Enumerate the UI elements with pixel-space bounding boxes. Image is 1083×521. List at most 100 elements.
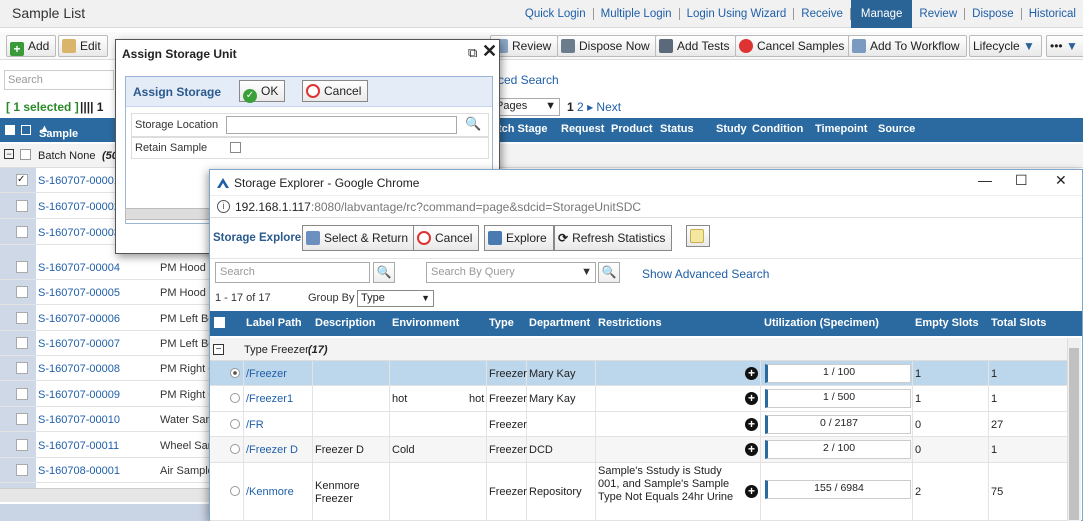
- edit-button[interactable]: Edit: [58, 35, 108, 57]
- select-return-button[interactable]: Select & Return: [302, 225, 416, 251]
- nav-historical[interactable]: Historical: [1022, 8, 1083, 20]
- explore-button[interactable]: Explore: [484, 225, 554, 251]
- col-status[interactable]: Status: [660, 123, 694, 135]
- sample-id-link[interactable]: S-160707-00008: [38, 363, 120, 375]
- lifecycle-button[interactable]: Lifecycle ▼: [969, 35, 1042, 57]
- url-bar[interactable]: i 192.168.1.117:8080/labvantage/rc?comma…: [210, 196, 1082, 218]
- label-path-link[interactable]: /Freezer: [246, 368, 287, 380]
- row-checkbox[interactable]: [16, 362, 28, 374]
- close-icon[interactable]: ✕: [1055, 172, 1067, 189]
- col-total-slots[interactable]: Total Slots: [991, 317, 1046, 329]
- sample-id-link[interactable]: S-160707-00011: [38, 440, 119, 452]
- sample-id-link[interactable]: S-160708-00001: [38, 465, 120, 477]
- nav-quick-login[interactable]: Quick Login: [518, 8, 594, 20]
- row-radio[interactable]: [230, 368, 240, 378]
- next-page-link[interactable]: ▸ Next: [587, 100, 621, 114]
- more-button[interactable]: ••• ▼: [1046, 35, 1083, 57]
- col-utilization[interactable]: Utilization (Specimen): [764, 317, 879, 329]
- row-checkbox[interactable]: [16, 439, 28, 451]
- col-restrictions[interactable]: Restrictions: [598, 317, 662, 329]
- row-checkbox[interactable]: [16, 388, 28, 400]
- add-tests-button[interactable]: Add Tests: [655, 35, 737, 57]
- row-checkbox[interactable]: [16, 200, 28, 212]
- group-by-select[interactable]: Type ▼: [357, 290, 434, 307]
- add-to-workflow-button[interactable]: Add To Workflow: [848, 35, 967, 57]
- select-all-checkbox[interactable]: [5, 125, 15, 135]
- plus-circle-icon[interactable]: +: [745, 367, 758, 380]
- ok-button[interactable]: ✓ OK: [239, 80, 286, 103]
- table-row[interactable]: /Freezer D Freezer D Cold Freezer DCD 0 1 +2 / …: [210, 437, 1067, 463]
- cancel-button[interactable]: Cancel: [302, 80, 369, 102]
- label-path-link[interactable]: /Freezer1: [246, 393, 293, 405]
- add-button[interactable]: + Add: [6, 35, 57, 57]
- row-checkbox[interactable]: [16, 464, 28, 476]
- show-advanced-search-link[interactable]: Show Advanced Search: [642, 267, 769, 281]
- sample-id-link[interactable]: S-160707-00007: [38, 338, 120, 350]
- sample-id-link[interactable]: S-160707-00010: [38, 414, 120, 426]
- maximize-icon[interactable]: ☐: [1015, 172, 1028, 189]
- col-timepoint[interactable]: Timepoint: [815, 123, 867, 135]
- plus-circle-icon[interactable]: +: [745, 392, 758, 405]
- restore-icon[interactable]: ⧉: [468, 45, 477, 61]
- col-empty-slots[interactable]: Empty Slots: [915, 317, 979, 329]
- row-checkbox[interactable]: [16, 337, 28, 349]
- label-path-link[interactable]: /Kenmore: [246, 486, 294, 498]
- info-icon[interactable]: i: [217, 200, 230, 213]
- sample-id-link[interactable]: S-160707-00005: [38, 287, 120, 299]
- pages-select[interactable]: Pages ▼: [492, 98, 560, 116]
- notes-button[interactable]: [686, 225, 710, 247]
- nav-login-wizard[interactable]: Login Using Wizard: [680, 8, 795, 20]
- row-checkbox[interactable]: [16, 312, 28, 324]
- refresh-statistics-button[interactable]: ⟳ Refresh Statistics: [554, 225, 673, 251]
- search-icon[interactable]: 🔍: [373, 262, 395, 283]
- sample-id-link[interactable]: S-160707-00002: [38, 201, 120, 213]
- row-checkbox[interactable]: [16, 286, 28, 298]
- col-source[interactable]: Source: [878, 123, 915, 135]
- batch-checkbox[interactable]: [20, 149, 31, 160]
- barcode-icon[interactable]: |||| 1: [80, 100, 103, 114]
- col-department[interactable]: Department: [529, 317, 590, 329]
- sample-id-link[interactable]: S-160707-00006: [38, 313, 120, 325]
- sample-id-link[interactable]: S-160707-00003: [38, 227, 120, 239]
- col-sample[interactable]: Sample ▲: [39, 123, 78, 140]
- nav-review[interactable]: Review: [912, 8, 966, 20]
- search-input[interactable]: Search: [215, 262, 370, 283]
- storage-location-input[interactable]: [226, 116, 457, 134]
- sample-id-link[interactable]: S-160707-00009: [38, 389, 120, 401]
- dispose-now-button[interactable]: Dispose Now: [557, 35, 657, 57]
- collapse-all-icon[interactable]: [214, 317, 225, 328]
- retain-sample-checkbox[interactable]: [230, 142, 241, 153]
- col-product[interactable]: Product: [611, 123, 653, 135]
- col-environment[interactable]: Environment: [392, 317, 459, 329]
- row-radio[interactable]: [230, 419, 240, 429]
- nav-manage[interactable]: Manage: [850, 0, 913, 28]
- table-row[interactable]: /Kenmore Kenmore Freezer Freezer Repository…: [210, 463, 1067, 521]
- search-icon[interactable]: 🔍: [465, 116, 481, 132]
- cancel-button[interactable]: Cancel: [413, 225, 480, 251]
- row-radio[interactable]: [230, 444, 240, 454]
- advanced-search-link[interactable]: ced Search: [498, 73, 559, 87]
- select-all-checkbox-2[interactable]: [21, 125, 31, 135]
- col-study[interactable]: Study: [716, 123, 747, 135]
- row-radio[interactable]: [230, 486, 240, 496]
- label-path-link[interactable]: /Freezer D: [246, 444, 298, 456]
- label-path-link[interactable]: /FR: [246, 419, 264, 431]
- nav-dispose[interactable]: Dispose: [965, 8, 1022, 20]
- sample-id-link[interactable]: S-160707-00004: [38, 262, 120, 274]
- collapse-icon[interactable]: −: [4, 149, 14, 159]
- table-row[interactable]: /Freezer1 hot hot Freezer Mary Kay 1 1 +1 / 500: [210, 386, 1067, 412]
- sample-id-link[interactable]: S-160707-00001: [38, 175, 120, 187]
- col-label-path[interactable]: Label Path: [246, 317, 302, 329]
- search-input[interactable]: Search: [4, 70, 114, 90]
- cancel-samples-button[interactable]: Cancel Samples: [735, 35, 852, 57]
- review-button[interactable]: Review: [490, 35, 559, 57]
- page-2-link[interactable]: 2: [577, 100, 584, 114]
- col-type[interactable]: Type: [489, 317, 514, 329]
- row-checkbox[interactable]: [16, 261, 28, 273]
- scrollbar-thumb[interactable]: [1069, 348, 1079, 520]
- col-batch-stage[interactable]: tch Stage: [498, 123, 548, 135]
- search-by-query-select[interactable]: Search By Query ▼: [426, 262, 596, 283]
- query-search-icon[interactable]: 🔍: [598, 262, 620, 283]
- col-description[interactable]: Description: [315, 317, 376, 329]
- plus-circle-icon[interactable]: +: [745, 418, 758, 431]
